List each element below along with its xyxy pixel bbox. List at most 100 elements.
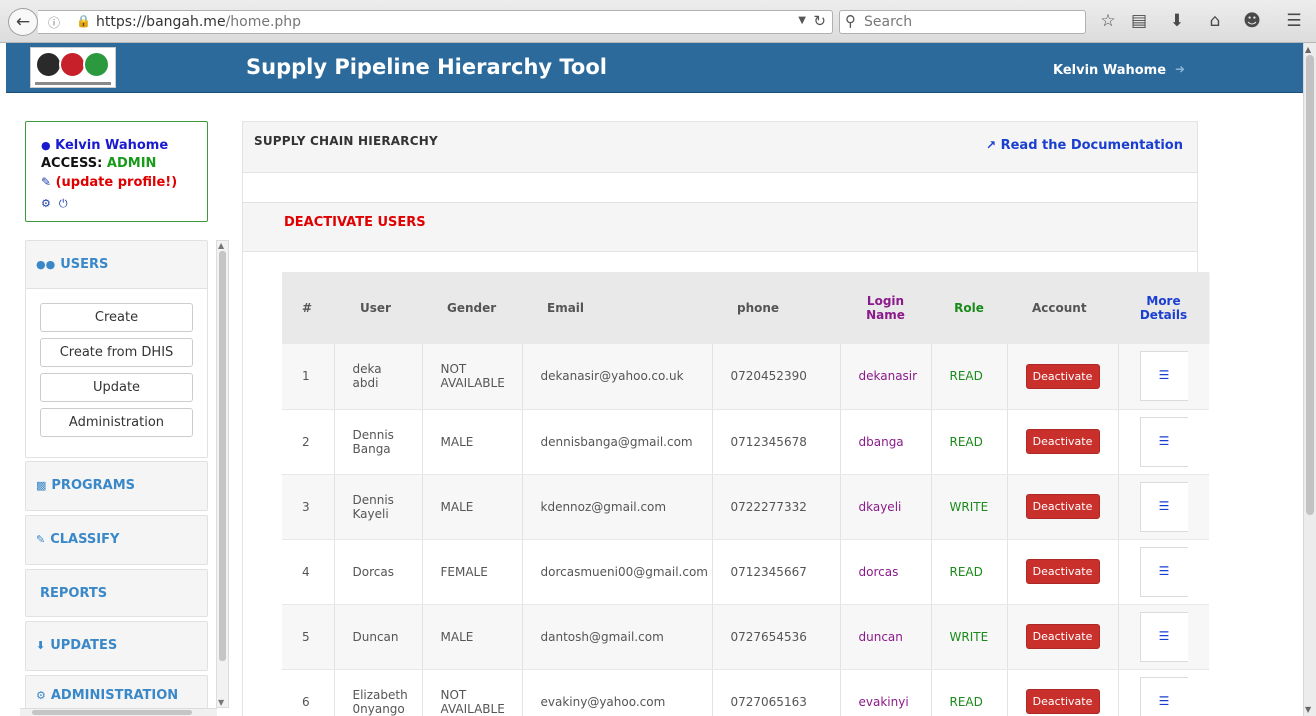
sidebar-updates-label: UPDATES xyxy=(50,638,118,653)
details-list-icon[interactable]: ☰ xyxy=(1139,481,1188,532)
sidebar-reports-label: REPORTS xyxy=(40,586,108,601)
logout-icon[interactable]: ➜ xyxy=(1175,62,1185,76)
cell-role: READ xyxy=(931,669,1008,716)
sidebar-programs-panel: ▩ PROGRAMS xyxy=(25,461,208,511)
cell-role: WRITE xyxy=(931,474,1008,540)
browser-search-input[interactable]: ⚲ Search xyxy=(839,10,1086,34)
cell-phone: 0712345678 xyxy=(712,409,841,475)
update-user-button[interactable]: Update xyxy=(40,373,193,402)
deactivate-button[interactable]: Deactivate xyxy=(1025,559,1100,584)
col-header-account: Account xyxy=(1032,301,1087,315)
cell-phone: 0720452390 xyxy=(712,344,841,410)
logo xyxy=(30,47,116,88)
table-row: 5 Duncan MALE dantosh@gmail.com 07276545… xyxy=(282,604,1209,670)
scroll-down-icon[interactable]: ▼ xyxy=(1305,705,1311,714)
sidebar-item-updates[interactable]: ⬇ UPDATES xyxy=(26,622,207,669)
update-profile-link[interactable]: ✎ (update profile!) xyxy=(41,173,207,192)
cell-more-details: ☰ xyxy=(1118,669,1209,716)
sidebar-item-programs[interactable]: ▩ PROGRAMS xyxy=(26,462,207,509)
details-list-icon[interactable]: ☰ xyxy=(1139,676,1188,716)
users-icon: ●● xyxy=(36,258,56,271)
reload-icon[interactable]: ↻ xyxy=(813,12,826,30)
cell-num: 3 xyxy=(282,474,335,540)
read-documentation-link[interactable]: ↗ Read the Documentation xyxy=(986,138,1183,153)
details-list-icon[interactable]: ☰ xyxy=(1139,546,1188,597)
sidebar-updates-panel: ⬇ UPDATES xyxy=(25,621,208,671)
page-scrollbar[interactable]: ▲ ▼ xyxy=(1303,43,1316,716)
url-text[interactable]: https://bangah.me/home.php xyxy=(96,14,301,30)
external-link-icon: ↗ xyxy=(986,138,997,152)
col-header-phone: phone xyxy=(737,301,780,315)
lock-icon: 🔒 xyxy=(76,14,91,28)
access-label: ACCESS: xyxy=(41,156,103,171)
col-header-user: User xyxy=(360,301,391,315)
users-submenu: Create Create from DHIS Update Administr… xyxy=(26,288,207,457)
cell-user: Duncan xyxy=(334,604,423,670)
cell-phone: 0712345667 xyxy=(712,539,841,605)
power-icon[interactable]: ⏻ xyxy=(59,197,76,210)
chat-icon[interactable]: ☻ xyxy=(1241,11,1263,31)
user-icon: ● xyxy=(41,139,51,152)
sidebar-scrollbar[interactable]: ▲ ▼ xyxy=(216,240,229,708)
reading-list-icon[interactable]: ▤ xyxy=(1128,11,1150,31)
sidebar-programs-label: PROGRAMS xyxy=(51,478,136,493)
info-icon[interactable]: ⓘ xyxy=(48,14,60,31)
details-list-icon[interactable]: ☰ xyxy=(1139,416,1188,467)
details-list-icon[interactable]: ☰ xyxy=(1139,351,1188,402)
table-row: 1 deka abdi NOT AVAILABLE dekanasir@yahoo.… xyxy=(282,344,1209,410)
col-header-login-name: Login Name xyxy=(866,294,905,322)
col-header-num: # xyxy=(302,301,313,315)
cell-gender: MALE xyxy=(422,604,523,670)
cell-account: Deactivate xyxy=(1007,539,1119,605)
cell-email: dantosh@gmail.com xyxy=(522,604,713,670)
sidebar-scroll-thumb[interactable] xyxy=(219,251,226,661)
sidebar-horizontal-scrollbar[interactable] xyxy=(20,708,217,716)
sidebar-scroll-up-icon[interactable]: ▲ xyxy=(218,241,224,250)
header-username[interactable]: Kelvin Wahome xyxy=(1053,63,1166,78)
sidebar-scroll-down-icon[interactable]: ▼ xyxy=(218,698,224,707)
menu-icon[interactable]: ☰ xyxy=(1283,11,1305,31)
profile-name[interactable]: Kelvin Wahome xyxy=(55,138,168,153)
deactivate-button[interactable]: Deactivate xyxy=(1025,363,1100,389)
deactivate-button[interactable]: Deactivate xyxy=(1025,624,1100,649)
url-path: /home.php xyxy=(225,14,302,30)
create-from-dhis-button[interactable]: Create from DHIS xyxy=(40,338,193,367)
cell-gender: MALE xyxy=(422,474,523,540)
table-row: 4 Dorcas FEMALE dorcasmueni00@gmail.com … xyxy=(282,539,1209,605)
cell-user: Dennis Kayeli xyxy=(334,474,423,540)
sidebar-classify-label: CLASSIFY xyxy=(50,532,120,547)
sidebar-item-users[interactable]: ●● USERS xyxy=(26,241,207,288)
sidebar-item-classify[interactable]: ✎ CLASSIFY xyxy=(26,516,207,563)
scroll-up-icon[interactable]: ▲ xyxy=(1305,45,1311,54)
sidebar-item-reports[interactable]: REPORTS xyxy=(26,570,207,617)
back-button[interactable]: ← xyxy=(8,8,38,36)
settings-gear-icon[interactable]: ⚙ xyxy=(41,197,59,210)
users-table: # User Gender Email phone Login Name Rol… xyxy=(282,272,1209,716)
cell-account: Deactivate xyxy=(1007,669,1119,716)
url-bar[interactable]: ⓘ 🔒 https://bangah.me/home.php ▼ ↻ xyxy=(38,10,833,34)
details-list-icon[interactable]: ☰ xyxy=(1139,611,1188,662)
cell-account: Deactivate xyxy=(1007,474,1119,540)
profile-name-row[interactable]: ● Kelvin Wahome xyxy=(41,137,207,155)
downloads-icon[interactable]: ⬇ xyxy=(1166,11,1188,31)
user-administration-button[interactable]: Administration xyxy=(40,408,193,437)
col-header-more-details: More Details xyxy=(1139,294,1188,322)
page-title: SUPPLY CHAIN HIERARCHY xyxy=(254,134,438,148)
deactivate-button[interactable]: Deactivate xyxy=(1025,689,1100,714)
cell-phone: 0727065163 xyxy=(712,669,841,716)
bookmark-star-icon[interactable]: ☆ xyxy=(1097,11,1119,31)
cell-gender: MALE xyxy=(422,409,523,475)
col-header-email: Email xyxy=(547,301,585,315)
edit-icon: ✎ xyxy=(36,533,46,546)
home-icon[interactable]: ⌂ xyxy=(1204,11,1226,31)
page-scroll-thumb[interactable] xyxy=(1306,55,1314,515)
cogs-icon: ⚙ xyxy=(36,688,46,702)
create-user-button[interactable]: Create xyxy=(40,303,193,332)
deactivate-button[interactable]: Deactivate xyxy=(1025,429,1100,454)
url-dropdown-icon[interactable]: ▼ xyxy=(798,15,806,26)
profile-box: ● Kelvin Wahome ACCESS: ADMIN ✎ (update … xyxy=(25,121,208,222)
deactivate-button[interactable]: Deactivate xyxy=(1025,494,1100,519)
cell-more-details: ☰ xyxy=(1118,474,1209,540)
cell-login-name: duncan xyxy=(840,604,932,670)
sidebar-hscroll-thumb[interactable] xyxy=(32,710,192,715)
